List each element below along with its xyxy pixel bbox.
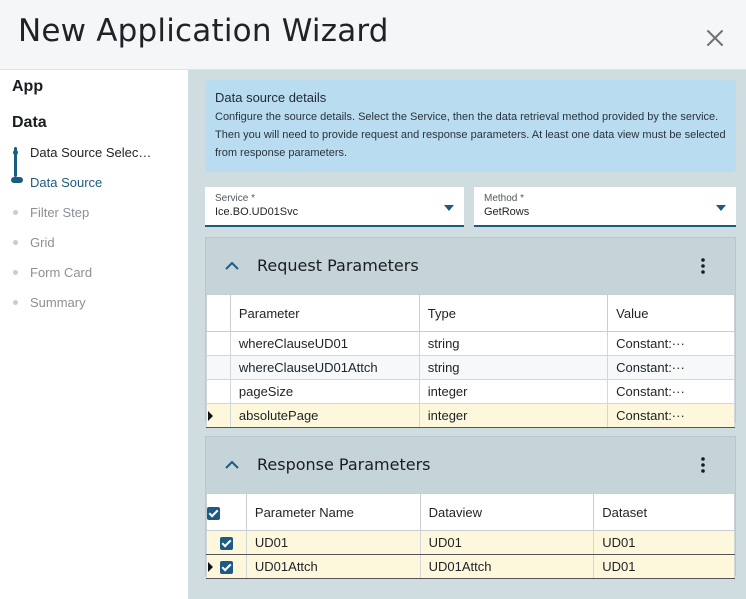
cell-value[interactable]: Constant:··· <box>607 331 735 356</box>
cell-dataset[interactable]: UD01 <box>593 554 735 579</box>
cell-value[interactable]: Constant:··· <box>607 379 735 404</box>
request-parameters-panel: Request Parameters Parameter Type Value … <box>205 237 736 428</box>
close-icon[interactable] <box>704 27 726 49</box>
service-label: Service * <box>215 193 256 204</box>
window-title: New Application Wizard <box>18 13 389 49</box>
chevron-down-icon[interactable] <box>716 205 726 211</box>
request-parameters-table: Parameter Type Value whereClauseUD01 str… <box>206 294 735 428</box>
row-checkbox[interactable] <box>206 554 247 579</box>
table-row[interactable]: whereClauseUD01Attch string Constant:··· <box>206 355 735 380</box>
step-grid[interactable]: Grid <box>30 235 55 250</box>
row-indicator <box>206 331 231 356</box>
response-parameters-panel: Response Parameters Parameter Name Datav… <box>205 436 736 579</box>
column-header-value[interactable]: Value <box>607 294 735 332</box>
title-bar: New Application Wizard <box>0 0 746 70</box>
sidebar-section-app[interactable]: App <box>12 78 43 96</box>
wizard-sidebar: App Data Data Source Selec… Data Source … <box>0 70 188 599</box>
cell-type[interactable]: integer <box>418 379 609 404</box>
request-panel-title: Request Parameters <box>257 256 419 275</box>
info-body: Configure the source details. Select the… <box>215 111 726 159</box>
cell-value[interactable]: Constant:··· <box>607 355 735 380</box>
method-dropdown[interactable]: Method * GetRows <box>474 187 736 227</box>
cell-dataset[interactable]: UD01 <box>593 530 735 555</box>
column-header-type[interactable]: Type <box>418 294 609 332</box>
cell-parameter-name[interactable]: UD01Attch <box>245 554 421 579</box>
chevron-up-icon[interactable] <box>224 258 240 274</box>
select-all-checkbox[interactable] <box>206 493 247 531</box>
column-header-parameter-name[interactable]: Parameter Name <box>245 493 421 531</box>
step-form-card[interactable]: Form Card <box>30 265 92 280</box>
row-checkbox[interactable] <box>206 530 247 555</box>
service-dropdown[interactable]: Service * Ice.BO.UD01Svc <box>205 187 464 227</box>
method-label: Method * <box>484 193 525 204</box>
table-header-row: Parameter Type Value <box>206 294 735 332</box>
chevron-down-icon[interactable] <box>444 205 454 211</box>
checkbox-checked-icon[interactable] <box>219 561 233 575</box>
step-dot-done <box>13 150 18 155</box>
checkbox-checked-icon[interactable] <box>207 506 220 520</box>
table-header-row: Parameter Name Dataview Dataset <box>206 493 735 531</box>
service-value: Ice.BO.UD01Svc <box>215 206 299 218</box>
request-panel-header: Request Parameters <box>206 238 735 294</box>
sidebar-section-data[interactable]: Data <box>12 114 47 132</box>
table-row[interactable]: pageSize integer Constant:··· <box>206 379 735 404</box>
cell-dataview[interactable]: UD01 <box>419 530 595 555</box>
column-header-parameter[interactable]: Parameter <box>229 294 420 332</box>
table-row-selected[interactable]: absolutePage integer Constant:··· <box>206 403 735 428</box>
table-row[interactable]: UD01 UD01 UD01 <box>206 530 735 555</box>
step-marker-active <box>11 177 23 183</box>
current-row-icon <box>208 562 213 572</box>
current-row-icon <box>208 411 213 421</box>
column-header-dataset[interactable]: Dataset <box>593 493 735 531</box>
step-dot <box>13 270 18 275</box>
step-filter-step[interactable]: Filter Step <box>30 205 89 220</box>
checkbox-checked-icon[interactable] <box>219 537 233 551</box>
table-row-selected[interactable]: UD01Attch UD01Attch UD01 <box>206 554 735 579</box>
response-panel-header: Response Parameters <box>206 437 735 493</box>
method-value: GetRows <box>484 206 530 218</box>
info-heading: Data source details <box>215 90 327 105</box>
step-dot <box>13 210 18 215</box>
row-indicator <box>206 379 231 404</box>
response-parameters-table: Parameter Name Dataview Dataset UD01 UD0… <box>206 493 735 579</box>
step-dot <box>13 240 18 245</box>
step-summary[interactable]: Summary <box>30 295 86 310</box>
cell-parameter[interactable]: whereClauseUD01Attch <box>229 355 420 380</box>
cell-value[interactable]: Constant:··· <box>607 403 735 428</box>
row-indicator <box>206 355 231 380</box>
info-banner: Data source details Configure the source… <box>205 80 736 172</box>
cell-parameter[interactable]: whereClauseUD01 <box>229 331 420 356</box>
column-header-dataview[interactable]: Dataview <box>419 493 595 531</box>
main-content: Data source details Configure the source… <box>188 70 746 599</box>
step-data-source[interactable]: Data Source <box>30 175 102 190</box>
step-data-source-selection[interactable]: Data Source Selec… <box>30 145 151 160</box>
cell-type[interactable]: integer <box>418 403 609 428</box>
cell-parameter-name[interactable]: UD01 <box>245 530 421 555</box>
row-indicator <box>206 403 231 428</box>
cell-parameter[interactable]: absolutePage <box>229 403 420 428</box>
cell-dataview[interactable]: UD01Attch <box>419 554 595 579</box>
step-dot <box>13 300 18 305</box>
cell-parameter[interactable]: pageSize <box>229 379 420 404</box>
table-row[interactable]: whereClauseUD01 string Constant:··· <box>206 331 735 356</box>
more-options-icon[interactable] <box>698 455 708 475</box>
chevron-up-icon[interactable] <box>224 457 240 473</box>
cell-type[interactable]: string <box>418 331 609 356</box>
more-options-icon[interactable] <box>698 256 708 276</box>
response-panel-title: Response Parameters <box>257 455 431 474</box>
cell-type[interactable]: string <box>418 355 609 380</box>
row-indicator-header <box>206 294 231 332</box>
